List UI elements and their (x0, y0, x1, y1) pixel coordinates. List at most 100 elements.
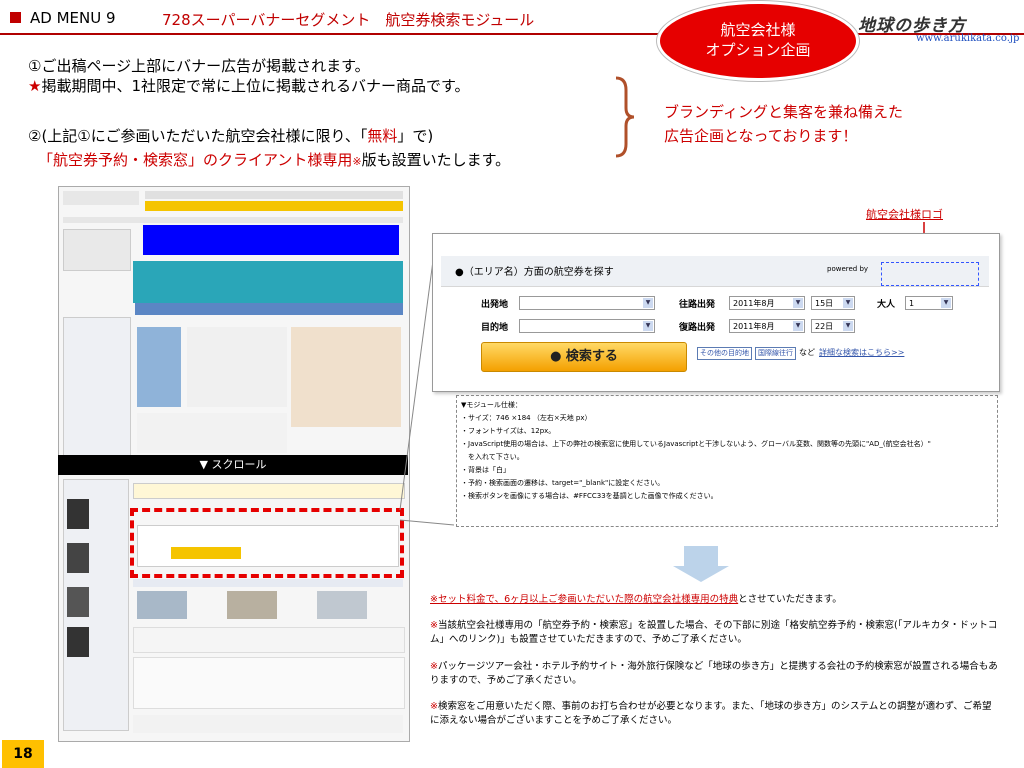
from-label: 出発地 (481, 300, 509, 310)
outbound-label: 往路出発 (679, 300, 716, 310)
thumb-hero (133, 261, 403, 303)
thumb-photo (137, 327, 181, 407)
scroll-label: ▼ スクロール (58, 455, 408, 475)
outbound-month-select[interactable]: 2011年8月 ▼ (729, 296, 805, 310)
chevron-down-icon: ▼ (643, 298, 653, 308)
spec-size: ・サイズ：746 ×184 （左右×天地 px） (461, 414, 592, 422)
outbound-day-select[interactable]: 15日 ▼ (811, 296, 855, 310)
note-3-mark: ※ (430, 661, 438, 672)
spec-title: ▼モジュール仕様： (461, 401, 522, 409)
return-day-value: 22日 (815, 322, 834, 331)
curly-brace (615, 76, 635, 158)
down-arrow-head-icon (673, 566, 729, 582)
thumb-tour (133, 627, 405, 653)
search-button[interactable]: ● 検索する (481, 342, 687, 372)
airline-logo-label: 航空会社様ロゴ (866, 208, 943, 221)
thumb-product-4 (67, 627, 89, 657)
to-label: 目的地 (481, 323, 509, 333)
note-3: ※パッケージツアー会社・ホテル予約サイト・海外旅行保険など「地球の歩き方」と提携… (430, 660, 1000, 688)
spec-js-cont: を入れて下さい。 (461, 453, 524, 461)
adult-count: 1 (909, 299, 915, 308)
intro-line-4-b: 版も設置いたします。 (361, 151, 511, 169)
outbound-month-value: 2011年8月 (733, 299, 775, 308)
option-badge-line2: オプション企画 (705, 41, 811, 59)
thumb-topbar (145, 191, 403, 199)
adult-select[interactable]: 1 ▼ (905, 296, 953, 310)
down-arrow-icon (684, 546, 718, 568)
powered-by: powered by (827, 265, 869, 273)
thumb-nav (145, 201, 403, 211)
outbound-day-value: 15日 (815, 299, 834, 308)
module-title: ●（エリア名）方面の航空券を探す (455, 267, 614, 278)
thumb-hotel-3 (317, 591, 367, 619)
intro-line-2: ★掲載期間中、1社限定で常に上位に掲載されるバナー商品です。 (28, 76, 470, 96)
chevron-down-icon: ▼ (843, 298, 853, 308)
intro-line-3: ②(上記①にご参画いただいた航空会社様に限り、「無料」で) (28, 126, 433, 146)
spec-font: ・フォントサイズは、12px。 (461, 427, 556, 435)
thumb-sidebar (63, 317, 131, 459)
thumb-hotel-search (133, 657, 405, 709)
return-month-select[interactable]: 2011年8月 ▼ (729, 319, 805, 333)
note-1-highlight: ※セット料金で、6ヶ月以上ご参画いただいた際の航空会社様専用の特典 (430, 594, 739, 605)
thumb-hotel-1 (137, 591, 187, 619)
thumb-breadcrumb (63, 217, 403, 223)
brand-message: ブランディングと集客を兼ね備えた 広告企画となっております！ (664, 100, 903, 148)
thumb-searchbar (133, 483, 405, 499)
return-day-select[interactable]: 22日 ▼ (811, 319, 855, 333)
airline-logo-placeholder (881, 262, 979, 286)
intro-line-2-text: 掲載期間中、1社限定で常に上位に掲載されるバナー商品です。 (41, 77, 470, 95)
option-badge-line1: 航空会社様 (720, 21, 796, 39)
module-spec: ▼モジュール仕様： ・サイズ：746 ×184 （左右×天地 px） ・フォント… (456, 395, 998, 527)
thumb-search (63, 229, 131, 271)
header-title: 728スーパーバナーセグメント 航空券検索モジュール (162, 11, 535, 29)
intro-line-4: 「航空券予約・検索窓」のクライアント様専用※版も設置いたします。 (38, 150, 510, 172)
note-4: ※検索窓をご用意いただく際、事前のお打ち合わせが必要となります。また、「地球の歩… (430, 700, 1000, 728)
option-badge: 航空会社様 オプション企画 (660, 4, 856, 78)
module-highlight (130, 508, 404, 578)
intro-line-1: ①ご出稿ページ上部にバナー広告が掲載されます。 (28, 57, 370, 75)
intro-line-3-a: ②(上記①にご参画いただいた航空会社様に限り、「 (28, 127, 368, 145)
intro-line-3-b: 」で) (397, 127, 434, 145)
brand-message-line2: 広告企画となっております！ (664, 127, 858, 145)
thumb-aside (291, 327, 401, 427)
thumb-product-1 (67, 499, 89, 529)
return-label: 復路出発 (679, 323, 716, 333)
note-4-mark: ※ (430, 701, 438, 712)
module-header: ●（エリア名）方面の航空券を探す powered by (441, 256, 989, 287)
note-4-text: 検索窓をご用意いただく際、事前のお打ち合わせが必要となります。また、「地球の歩き… (430, 701, 992, 726)
chevron-down-icon: ▼ (793, 321, 803, 331)
thumb-logo (63, 191, 139, 205)
from-select[interactable]: ▼ (519, 296, 655, 310)
advanced-search-link[interactable]: 詳細な検索はこちら>> (819, 347, 904, 358)
chevron-down-icon: ▼ (941, 298, 951, 308)
thumb-banner (143, 225, 399, 255)
link-separator: など (799, 348, 815, 357)
header-menu-label: AD MENU 9 (30, 9, 116, 27)
to-select[interactable]: ▼ (519, 319, 655, 333)
intl-route-button[interactable]: 国際線往行 (755, 347, 796, 360)
note-2-mark: ※ (430, 620, 438, 631)
spec-bg: ・背景は「白」 (461, 466, 510, 474)
note-2: ※当該航空会社様専用の「航空券予約・検索窓」を設置した場合、その下部に別途「格安… (430, 619, 1000, 647)
brand-message-line1: ブランディングと集客を兼ね備えた (664, 103, 903, 121)
page-number: 18 (2, 740, 44, 768)
client-only-label: 「航空券予約・検索窓」のクライアント様専用 (38, 151, 353, 169)
search-module: ●（エリア名）方面の航空券を探す powered by 出発地 ▼ 目的地 ▼ … (432, 233, 1000, 392)
thumb-hotel-title (133, 579, 403, 587)
note-1-text: とさせていただきます。 (738, 594, 842, 605)
note-mark: ※ (352, 155, 362, 168)
return-month-value: 2011年8月 (733, 322, 775, 331)
note-1: ※セット料金で、6ヶ月以上ご参画いただいた際の航空会社様専用の特典とさせていただ… (430, 593, 1000, 607)
brand-url[interactable]: www.arukikata.co.jp (916, 33, 1019, 44)
thumb-product-2 (67, 543, 89, 573)
free-label: 無料 (367, 127, 398, 145)
thumb-tabs (135, 303, 403, 315)
spec-button: ・検索ボタンを画像にする場合は、#FFCC33を基調とした画像で作成ください。 (461, 492, 718, 500)
thumb-hotel-2 (227, 591, 277, 619)
spec-js: ・JavaScript使用の場合は、上下の弊社の検索窓に使用しているJavasc… (461, 440, 931, 448)
chevron-down-icon: ▼ (643, 321, 653, 331)
star-mark: ★ (28, 77, 42, 95)
other-destinations-button[interactable]: その他の目的地 (697, 347, 752, 360)
thumb-footer (133, 715, 403, 733)
thumb-article (187, 327, 287, 407)
